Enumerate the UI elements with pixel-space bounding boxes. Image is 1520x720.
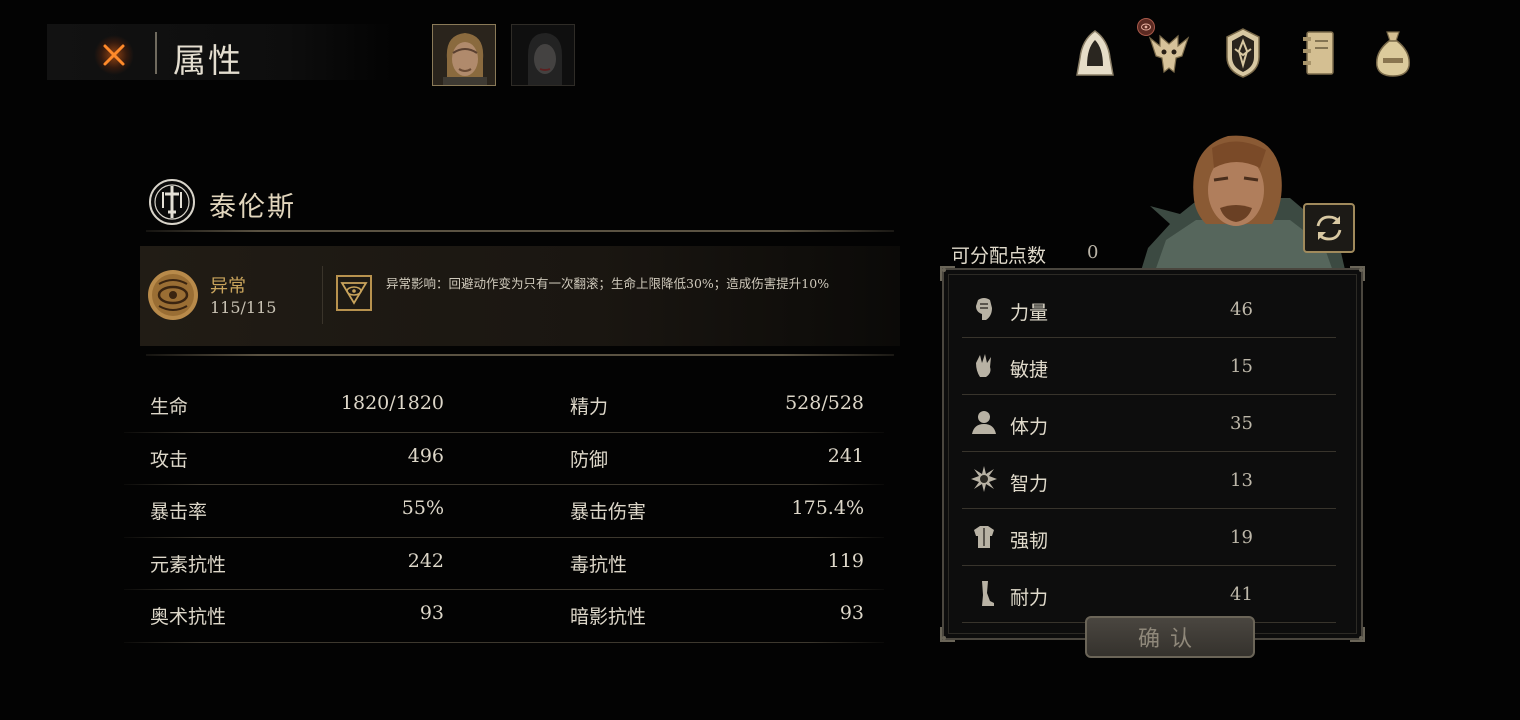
stat-label: 暴击率 xyxy=(150,501,208,523)
hood-menu-button[interactable] xyxy=(1070,26,1120,80)
attribute-label: 强韧 xyxy=(1010,530,1049,552)
class-emblem-icon xyxy=(148,178,196,226)
stat-label: 元素抗性 xyxy=(150,553,227,576)
abnormal-value: 115/115 xyxy=(210,298,277,317)
page-title: 属性 xyxy=(173,41,243,80)
abnormal-divider xyxy=(322,266,323,324)
sun-burst-icon xyxy=(971,466,997,492)
fist-icon xyxy=(976,298,992,320)
companion-portrait-icon xyxy=(512,25,574,85)
available-points-value: 0 xyxy=(1087,242,1099,263)
refresh-icon xyxy=(1316,215,1342,241)
close-button[interactable] xyxy=(92,33,136,77)
abnormal-divider-bottom xyxy=(146,354,894,356)
character-tab-terrence[interactable] xyxy=(432,24,496,86)
character-name: 泰伦斯 xyxy=(209,192,296,223)
abnormal-effect-text: 异常影响：回避动作变为只有一次翻滚；生命上限降低30%；造成伤害提升10% xyxy=(386,276,830,291)
reset-attributes-button[interactable] xyxy=(1303,203,1355,253)
stat-label: 精力 xyxy=(570,396,609,418)
stat-value: 93 xyxy=(419,602,444,624)
available-points-label: 可分配点数 xyxy=(951,245,1047,267)
stat-label: 生命 xyxy=(150,396,189,418)
stat-row: 暴击率 55% 暴击伤害 175.4% xyxy=(124,485,884,538)
attribute-row-toughness: 强韧 19 xyxy=(962,510,1336,566)
corner-ornament-icon xyxy=(1350,627,1365,642)
stat-value: 55% xyxy=(401,497,444,519)
corner-ornament-icon xyxy=(1350,266,1365,281)
eye-badge-icon xyxy=(1137,18,1155,36)
attribute-value: 13 xyxy=(1230,470,1253,491)
stat-value: 119 xyxy=(827,549,864,572)
title-divider xyxy=(155,32,157,74)
attribute-value: 41 xyxy=(1230,584,1253,605)
person-bust-icon xyxy=(972,411,996,434)
stat-label: 防御 xyxy=(570,448,609,471)
abnormal-status-panel xyxy=(140,246,900,346)
leg-icon xyxy=(982,581,994,606)
stat-value: 242 xyxy=(407,549,444,572)
stat-value: 241 xyxy=(827,444,864,467)
armor-torso-icon xyxy=(974,526,994,548)
attribute-value: 15 xyxy=(1230,356,1253,377)
character-tab-companion[interactable] xyxy=(511,24,575,86)
corner-ornament-icon xyxy=(940,266,955,281)
confirm-button[interactable]: 确认 xyxy=(1085,616,1255,658)
attribute-label: 体力 xyxy=(1010,416,1049,438)
crest-menu-button[interactable] xyxy=(1218,26,1268,80)
name-divider xyxy=(146,230,894,232)
character-portrait-icon xyxy=(433,25,495,85)
stat-value: 175.4% xyxy=(791,497,864,519)
abnormal-effect-icon xyxy=(336,275,372,311)
attribute-row-agility: 敏捷 15 xyxy=(962,339,1336,395)
stat-label: 攻击 xyxy=(150,448,189,471)
attribute-label: 力量 xyxy=(1010,302,1049,324)
attribute-value: 46 xyxy=(1230,299,1253,320)
coin-bag-icon xyxy=(1376,31,1410,77)
stat-value: 1820/1820 xyxy=(340,392,444,414)
attribute-value: 19 xyxy=(1230,527,1253,548)
stat-value: 93 xyxy=(839,602,864,624)
attribute-row-endurance: 耐力 41 xyxy=(962,567,1336,623)
attribute-value: 35 xyxy=(1230,413,1253,434)
stat-row: 攻击 496 防御 241 xyxy=(124,433,884,486)
attribute-label: 敏捷 xyxy=(1010,359,1049,381)
stat-row: 奥术抗性 93 暗影抗性 93 xyxy=(124,590,884,643)
stat-value: 496 xyxy=(407,444,444,467)
attribute-row-intelligence: 智力 13 xyxy=(962,453,1336,509)
stat-row: 生命 1820/1820 精力 528/528 xyxy=(124,380,884,433)
stat-label: 暴击伤害 xyxy=(570,501,647,523)
stats-grid: 生命 1820/1820 精力 528/528 攻击 496 防御 241 暴击… xyxy=(124,380,884,643)
close-icon xyxy=(103,44,125,66)
journal-menu-button[interactable] xyxy=(1294,26,1344,80)
hood-icon xyxy=(1076,30,1114,76)
stat-label: 暗影抗性 xyxy=(570,606,647,628)
attribute-row-vitality: 体力 35 xyxy=(962,396,1336,452)
stat-label: 奥术抗性 xyxy=(150,606,227,628)
inventory-menu-button[interactable] xyxy=(1368,26,1418,80)
attribute-label: 耐力 xyxy=(1010,587,1049,609)
attribute-row-strength: 力量 46 xyxy=(962,282,1336,338)
abnormal-eye-icon xyxy=(146,268,200,322)
stat-row: 元素抗性 242 毒抗性 119 xyxy=(124,538,884,591)
abnormal-label: 异常 xyxy=(210,276,246,297)
stat-label: 毒抗性 xyxy=(570,553,628,576)
attribute-label: 智力 xyxy=(1010,473,1049,495)
stat-value: 528/528 xyxy=(785,392,864,414)
crest-shield-icon xyxy=(1226,28,1260,78)
beast-skull-icon xyxy=(1148,34,1190,74)
journal-book-icon xyxy=(1303,31,1334,75)
confirm-label: 确认 xyxy=(1137,627,1202,652)
corner-ornament-icon xyxy=(940,627,955,642)
open-hand-icon xyxy=(976,354,991,377)
